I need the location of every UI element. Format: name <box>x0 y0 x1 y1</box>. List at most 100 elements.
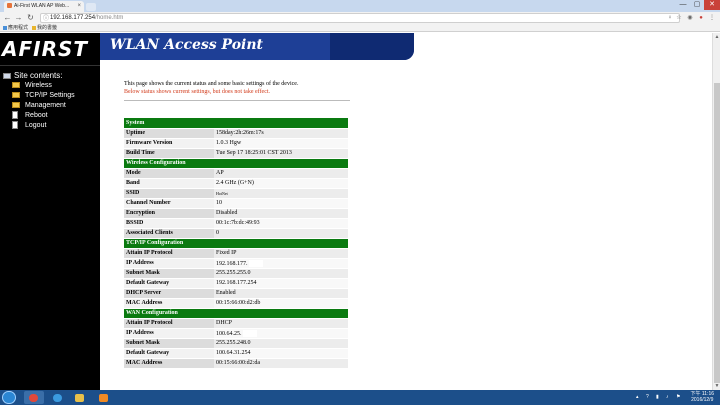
reload-button[interactable]: ↻ <box>26 13 35 23</box>
row-value: HotNet <box>214 188 348 199</box>
start-button[interactable] <box>2 391 16 404</box>
extension-icon[interactable]: ◉ <box>686 14 694 22</box>
favicon-icon <box>7 3 12 9</box>
page-scrollbar[interactable]: ▲ ▼ <box>712 33 720 390</box>
close-window-button[interactable]: ✕ <box>704 0 720 10</box>
intro-text: This page shows the current status and s… <box>124 81 299 87</box>
row-value: 100.64.25. <box>214 328 348 339</box>
back-button[interactable]: ← <box>3 13 12 23</box>
nav-item-logout[interactable]: Logout <box>12 121 75 131</box>
row-label: MAC Address <box>124 358 214 369</box>
row-label: IP Address <box>124 328 214 339</box>
row-label: SSID <box>124 188 214 199</box>
tray-action-icon[interactable]: ⚑ <box>676 394 682 400</box>
redacted-block <box>248 259 263 267</box>
table-row: Firmware Version 1.0.3 Hgw <box>124 138 348 149</box>
nav-item-label: Logout <box>25 122 47 129</box>
page-info-icon[interactable]: ⓘ <box>43 15 49 23</box>
browser-toolbar: ← → ↻ ⓘ 192.168.177.254/home.htm ♀ ☆ ◉ ●… <box>0 12 720 24</box>
table-row: Build Time Tue Sep 17 18:25:01 CST 2013 <box>124 148 348 159</box>
bookmark-apps[interactable]: 應用程式 <box>3 24 28 32</box>
section-header-tcpip: TCP/IP Configuration <box>124 238 348 249</box>
adblock-icon[interactable]: ● <box>697 14 705 22</box>
table-row: MAC Address 00:15:66:00:d2:db <box>124 298 348 309</box>
row-value: DHCP <box>214 318 348 329</box>
section-title: System <box>124 118 348 129</box>
table-row: Channel Number 10 <box>124 198 348 209</box>
page-viewport: AFIRST Site contents: Wireless TCP/IP Se… <box>0 33 720 390</box>
redacted-block <box>242 329 257 337</box>
forward-button[interactable]: → <box>14 13 23 23</box>
row-value: 255.255.248.0 <box>214 338 348 349</box>
table-row: Attain IP Protocol Fixed IP <box>124 248 348 259</box>
row-label: Attain IP Protocol <box>124 248 214 259</box>
row-label: Uptime <box>124 128 214 139</box>
nav-item-tcpip-settings[interactable]: TCP/IP Settings <box>12 91 75 101</box>
menu-icon[interactable]: ⋮ <box>708 14 716 22</box>
address-bar[interactable]: ⓘ 192.168.177.254/home.htm <box>40 13 680 23</box>
row-value: 192.168.177.254 <box>214 278 348 289</box>
row-label: MAC Address <box>124 298 214 309</box>
bookmark-star-icon[interactable]: ☆ <box>675 14 683 22</box>
tray-network-icon[interactable]: ▮ <box>656 394 662 400</box>
row-value: 0 <box>214 228 348 239</box>
row-value: 00:15:66:00:d2:db <box>214 298 348 309</box>
document-icon <box>12 121 18 130</box>
row-value: 10 <box>214 198 348 209</box>
banner: WLAN Access Point <box>100 33 414 60</box>
row-value: 192.168.177. <box>214 258 348 269</box>
nav-item-wireless[interactable]: Wireless <box>12 81 75 91</box>
site-contents-label: Site contents: <box>14 71 63 80</box>
scrollbar-thumb[interactable] <box>714 83 720 383</box>
table-row: Subnet Mask 255.255.255.0 <box>124 268 348 279</box>
row-value: 158day:2h:26m:17s <box>214 128 348 139</box>
row-label: Channel Number <box>124 198 214 209</box>
scroll-up-icon[interactable]: ▲ <box>713 33 720 41</box>
taskbar-explorer[interactable] <box>70 391 90 404</box>
taskbar-clock[interactable]: 下午 11:16 2016/12/9 <box>690 391 714 403</box>
taskbar-ie[interactable] <box>48 391 68 404</box>
row-label: BSSID <box>124 218 214 229</box>
folder-icon <box>32 25 36 30</box>
tray-chevron-icon[interactable]: ▴ <box>636 394 642 400</box>
row-label: Associated Clients <box>124 228 214 239</box>
internet-explorer-icon <box>53 394 62 402</box>
row-value: Disabled <box>214 208 348 219</box>
nav-item-label: Wireless <box>25 82 52 89</box>
file-explorer-icon <box>75 394 84 402</box>
new-tab-button[interactable] <box>86 3 96 11</box>
page-title: WLAN Access Point <box>110 37 264 53</box>
section-header-wan: WAN Configuration <box>124 308 348 319</box>
taskbar-chrome[interactable] <box>24 391 44 404</box>
tab-close-icon[interactable]: × <box>77 1 81 12</box>
logo-text: AFIRST <box>2 37 89 61</box>
scroll-down-icon[interactable]: ▼ <box>713 382 720 390</box>
tray-help-icon[interactable]: ? <box>646 394 652 400</box>
apps-icon <box>3 25 7 30</box>
tray-volume-icon[interactable]: ♪ <box>666 394 672 400</box>
nav-item-management[interactable]: Management <box>12 101 75 111</box>
warning-text: Below status shows current settings, but… <box>124 89 271 95</box>
nav-item-reboot[interactable]: Reboot <box>12 111 75 121</box>
minimize-button[interactable]: — <box>676 0 690 10</box>
folder-icon <box>12 82 20 89</box>
nav-list: Wireless TCP/IP Settings Management Rebo… <box>12 81 75 131</box>
monitor-icon <box>3 72 11 79</box>
nav-item-label: Reboot <box>25 112 48 119</box>
table-row: IP Address 100.64.25. <box>124 328 348 339</box>
row-label: Encryption <box>124 208 214 219</box>
site-contents-heading: Site contents: <box>3 71 62 80</box>
translate-icon[interactable]: ♀ <box>666 14 674 22</box>
maximize-button[interactable]: ▢ <box>690 0 704 10</box>
folder-icon <box>12 102 20 109</box>
table-row: Default Gateway 100.64.31.254 <box>124 348 348 359</box>
row-label: Mode <box>124 168 214 179</box>
row-value: 00:1c:7b:dc:49:93 <box>214 218 348 229</box>
table-row: DHCP Server Enabled <box>124 288 348 299</box>
table-row: Mode AP <box>124 168 348 179</box>
intro-section: This page shows the current status and s… <box>124 80 350 101</box>
row-value: Enabled <box>214 288 348 299</box>
browser-tab[interactable]: Ai-First WLAN AP Web... × <box>4 1 84 12</box>
bookmark-my-bookmarks[interactable]: 我的書籤 <box>32 24 57 32</box>
taskbar-media[interactable] <box>94 391 114 404</box>
